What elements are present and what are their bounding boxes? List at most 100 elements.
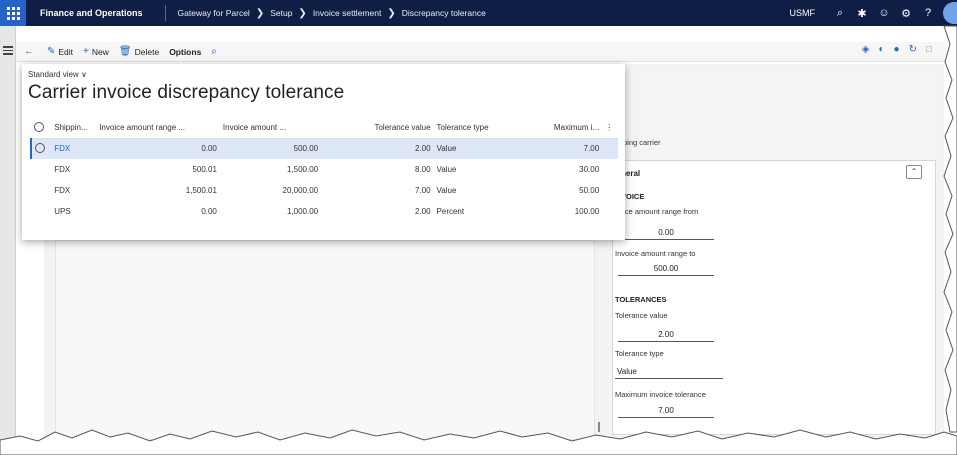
cell-tolerance-type: Percent [436, 207, 465, 216]
edit-label: Edit [58, 46, 74, 57]
cell-max-tolerance: 50.00 [579, 186, 600, 195]
gear-icon[interactable]: ⚙ [895, 7, 917, 20]
breadcrumb-setup[interactable]: Setup [270, 8, 292, 18]
top-right-tools: USMF ⌕ ✱ ☺ ⚙ ? [790, 0, 957, 26]
view-selector[interactable]: Standard view ∨ [28, 70, 87, 79]
cell-range-to: 1,500.00 [286, 165, 319, 174]
delete-label: Delete [134, 46, 160, 57]
col-invoice-range-from[interactable]: Invoice amount range ... [96, 118, 220, 139]
table-row[interactable]: FDX 0.00 500.00 2.00 Value 7.00 [29, 138, 618, 159]
cell-range-from: 0.00 [201, 207, 217, 216]
cell-range-from: 1,500.01 [185, 186, 217, 195]
tolerance-type-label: Tolerance type [615, 349, 664, 358]
refresh-icon[interactable]: ↻ [909, 44, 917, 55]
cell-range-to: 1,000.00 [286, 207, 319, 216]
new-label: New [91, 46, 109, 57]
cell-max-tolerance: 100.00 [574, 207, 600, 216]
column-options-icon[interactable]: ⋮ [602, 118, 618, 139]
row-select-cell[interactable] [31, 180, 51, 201]
collapse-fasttab-button[interactable]: ⌃ [906, 165, 922, 179]
table-row[interactable]: FDX 1,500.01 20,000.00 7.00 Value 50.00 [31, 180, 618, 201]
back-arrow-icon: ← [24, 46, 34, 57]
tolerance-type-field[interactable]: Value [615, 367, 723, 379]
chevron-up-icon: ⌃ [910, 167, 918, 176]
diamond-icon[interactable]: ◈ [862, 44, 870, 55]
shipping-carrier-label: ping carrier [623, 138, 661, 147]
row-select-cell[interactable] [29, 138, 52, 159]
cell-tolerance-type: Value [436, 165, 457, 174]
select-all-cell[interactable] [31, 118, 52, 139]
power-apps-icon[interactable]: ● [894, 44, 900, 55]
pane-splitter[interactable] [598, 422, 600, 432]
back-button[interactable]: ← [24, 46, 37, 57]
breadcrumb-module[interactable]: Gateway for Parcel [178, 8, 250, 18]
delete-button[interactable]: 🗑 Delete [119, 46, 159, 57]
invoice-to-field[interactable]: 500.00 [618, 264, 714, 276]
col-invoice-range-to[interactable]: Invoice amount ... [219, 118, 322, 139]
cell-carrier[interactable]: FDX [51, 180, 96, 201]
help-icon[interactable]: ? [917, 7, 939, 19]
new-button[interactable]: + New [83, 46, 109, 57]
select-all-radio[interactable] [34, 121, 44, 132]
hamburger-menu-icon[interactable] [3, 46, 13, 57]
app-launcher-button[interactable] [0, 0, 26, 26]
row-radio[interactable] [35, 142, 45, 153]
breadcrumb-discrepancy-tolerance[interactable]: Discrepancy tolerance [402, 8, 486, 18]
top-navigation-bar: Finance and Operations Gateway for Parce… [0, 0, 957, 26]
chevron-right-icon: ❯ [255, 7, 265, 19]
max-tolerance-field[interactable]: 7.00 [618, 406, 714, 418]
cell-tolerance-type: Value [433, 138, 524, 159]
invoice-from-label: oice amount range from [619, 207, 699, 216]
row-select-cell[interactable] [31, 159, 51, 180]
invoice-from-field[interactable]: 0.00 [618, 228, 714, 240]
invoice-to-label: Invoice amount range to [615, 249, 696, 258]
options-tab[interactable]: Options [169, 47, 201, 57]
search-icon[interactable]: ⌕ [829, 7, 851, 20]
chevron-right-icon: ❯ [298, 7, 307, 19]
cell-tolerance-value: 7.00 [414, 186, 431, 195]
page-title: Carrier invoice discrepancy tolerance [28, 82, 345, 103]
cell-max-tolerance: 7.00 [523, 138, 603, 159]
edit-button[interactable]: ✎ Edit [47, 46, 73, 57]
cell-carrier[interactable]: FDX [51, 159, 96, 180]
cell-carrier[interactable]: FDX [51, 138, 97, 159]
cell-tolerance-value: 2.00 [414, 207, 431, 216]
breadcrumb-invoice-settlement[interactable]: Invoice settlement [313, 8, 382, 18]
col-tolerance-type[interactable]: Tolerance type [433, 118, 524, 139]
company-picker[interactable]: USMF [790, 8, 816, 18]
row-select-cell[interactable] [31, 201, 51, 222]
chevron-right-icon: ❯ [387, 7, 396, 19]
trash-icon: 🗑 [118, 46, 132, 57]
view-name: Standard view [28, 70, 79, 79]
pencil-icon: ✎ [47, 46, 56, 57]
table-row[interactable]: FDX 500.01 1,500.00 8.00 Value 30.00 [31, 159, 618, 180]
tolerance-grid: Shippin... Invoice amount range ... Invo… [29, 118, 618, 222]
cell-range-to: 20,000.00 [282, 186, 319, 195]
cell-range-from: 500.01 [192, 165, 217, 174]
divider [164, 5, 166, 21]
smiley-icon[interactable]: ☺ [873, 7, 895, 19]
detach-icon[interactable]: □ [926, 44, 932, 55]
tolerance-value-label: Tolerance value [615, 311, 668, 320]
search-action-button[interactable]: ⌕ [211, 46, 220, 57]
max-tolerance-label: Maximum invoice tolerance [615, 390, 706, 399]
cell-tolerance-type: Value [436, 186, 457, 195]
list-panel [55, 240, 595, 440]
col-shipping-carrier[interactable]: Shippin... [51, 118, 97, 139]
avatar[interactable] [943, 2, 957, 24]
office-icon[interactable]: ◐ [878, 44, 884, 55]
cell-tolerance-value: 8.00 [414, 165, 431, 174]
cell-range-to: 500.00 [219, 138, 322, 159]
table-row[interactable]: UPS 0.00 1,000.00 2.00 Percent 100.00 [31, 201, 618, 222]
tolerance-value-field[interactable]: 2.00 [618, 330, 714, 342]
col-max-invoice-tolerance[interactable]: Maximum i... [523, 118, 603, 139]
cell-max-tolerance: 30.00 [579, 165, 600, 174]
app-title[interactable]: Finance and Operations [40, 8, 143, 18]
waffle-icon [6, 6, 20, 20]
grid-header-row: Shippin... Invoice amount range ... Invo… [31, 118, 618, 139]
lightbulb-icon[interactable]: ✱ [851, 7, 873, 20]
cell-carrier[interactable]: UPS [51, 201, 96, 222]
list-popup-card: Standard view ∨ Carrier invoice discrepa… [22, 64, 625, 240]
col-tolerance-value[interactable]: Tolerance value [321, 118, 434, 139]
general-fasttab: neral VOICE oice amount range from 0.00 … [612, 160, 936, 435]
